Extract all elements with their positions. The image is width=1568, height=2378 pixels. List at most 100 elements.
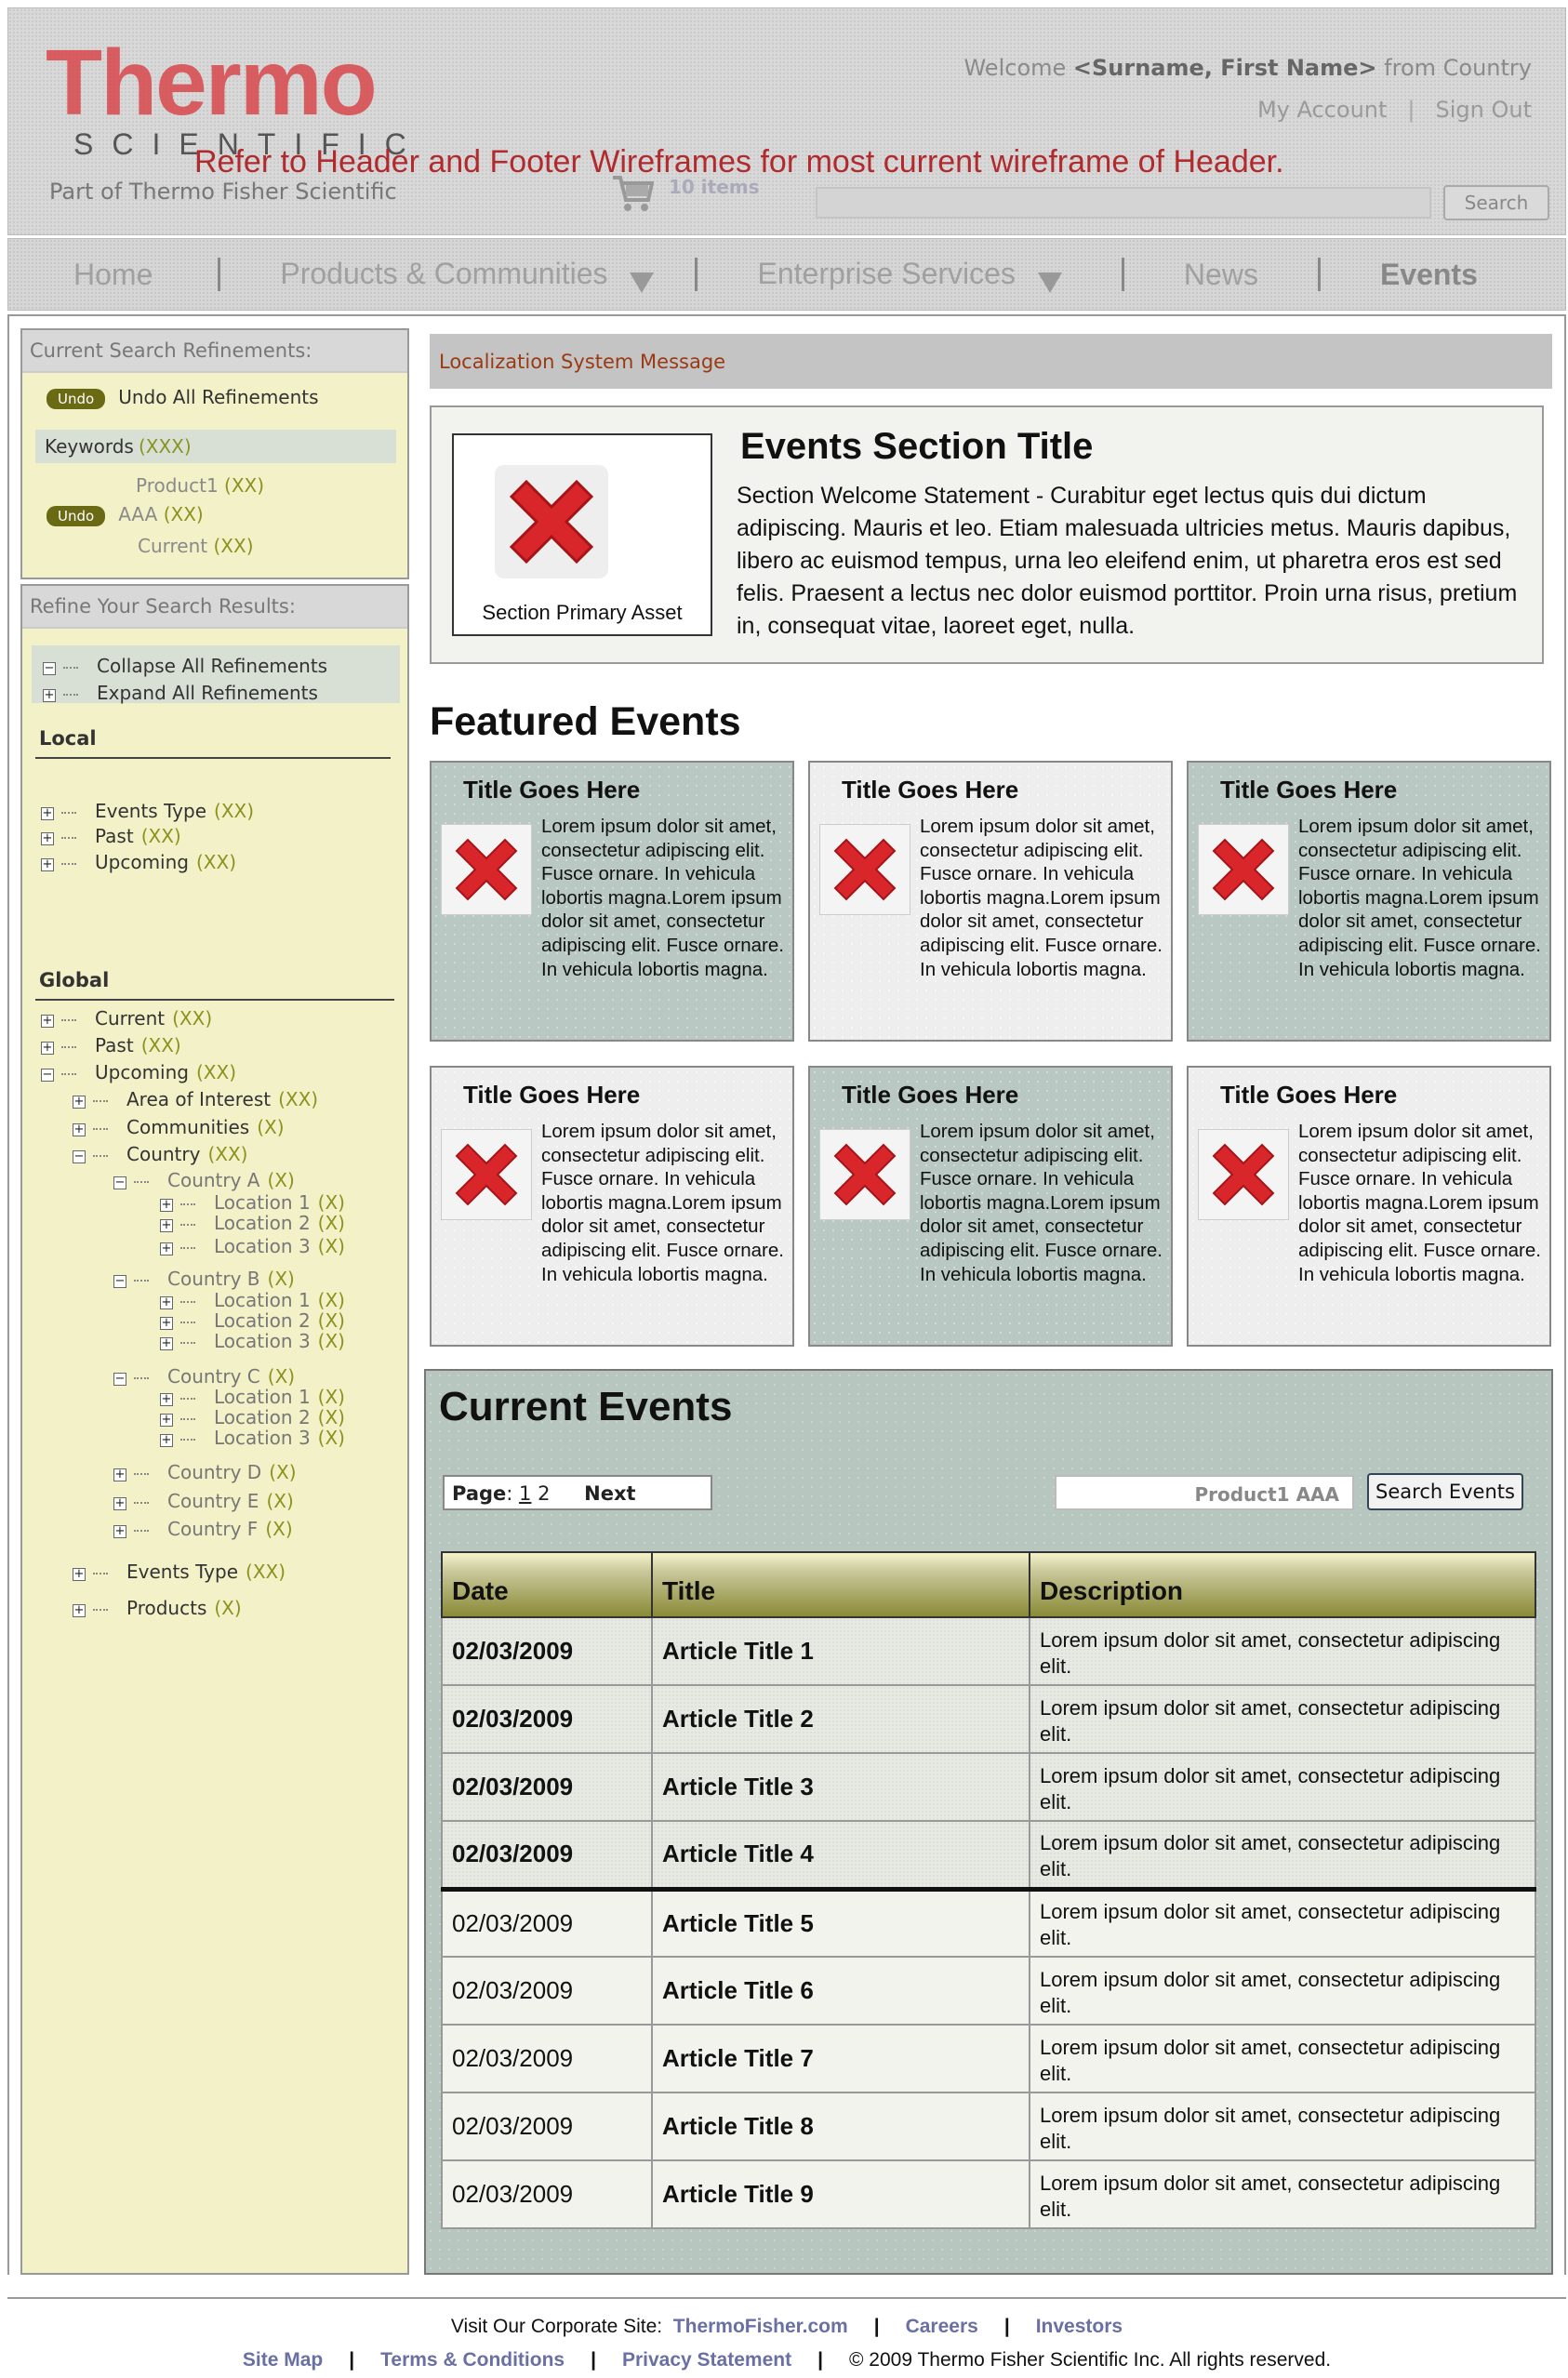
card-title[interactable]: Title Goes Here (842, 776, 1018, 804)
events-search-input[interactable]: Product1 AAA (1055, 1475, 1354, 1510)
event-title[interactable]: Article Title 5 (651, 1888, 1030, 1958)
nav-enterprise-services[interactable]: Enterprise Services (757, 257, 1062, 293)
collapse-icon[interactable]: − (73, 1150, 86, 1163)
refinement-tree-item[interactable]: + Location 1 (X) (160, 1386, 345, 1408)
expand-icon[interactable]: + (41, 858, 54, 871)
featured-event-card[interactable]: Title Goes Here Lorem ipsum dolor sit ame… (430, 761, 794, 1042)
card-title[interactable]: Title Goes Here (842, 1081, 1018, 1109)
refinement-tree-item[interactable]: + Current (XX) (41, 1007, 212, 1030)
table-row[interactable]: 02/03/2009 Article Title 2 Lorem ipsum dol… (441, 1684, 1536, 1754)
event-title[interactable]: Article Title 7 (651, 2024, 1030, 2093)
undo-button[interactable]: Undo (47, 506, 106, 526)
nav-events[interactable]: Events (1380, 258, 1478, 292)
table-row[interactable]: 02/03/2009 Article Title 4 Lorem ipsum dol… (441, 1820, 1536, 1892)
expand-icon[interactable]: + (73, 1568, 86, 1581)
card-title[interactable]: Title Goes Here (463, 1081, 640, 1109)
collapse-all-row[interactable]: − Collapse All Refinements (43, 655, 327, 677)
undo-all-button[interactable]: Undo (47, 389, 106, 409)
event-title[interactable]: Article Title 3 (651, 1752, 1030, 1822)
expand-icon[interactable]: + (160, 1296, 173, 1309)
expand-icon[interactable]: + (113, 1468, 126, 1481)
refinement-tree-item[interactable]: + Country D (X) (113, 1461, 297, 1483)
collapse-icon[interactable]: − (113, 1275, 126, 1288)
expand-icon[interactable]: + (160, 1414, 173, 1427)
expand-icon[interactable]: + (160, 1393, 173, 1406)
expand-icon[interactable]: + (41, 1015, 54, 1028)
expand-icon[interactable]: + (160, 1434, 173, 1447)
refinement-tree-item[interactable]: + Location 1 (X) (160, 1191, 345, 1214)
refinement-tree-item[interactable]: − Country (XX) (73, 1143, 247, 1165)
pager-page-2[interactable]: 2 (538, 1482, 550, 1505)
site-map-link[interactable]: Site Map (243, 2349, 323, 2371)
expand-icon[interactable]: + (160, 1199, 173, 1212)
table-row[interactable]: 02/03/2009 Article Title 5 Lorem ipsum dol… (441, 1888, 1536, 1958)
column-description[interactable]: Description (1029, 1551, 1536, 1618)
search-events-button[interactable]: Search Events (1367, 1473, 1523, 1510)
event-title[interactable]: Article Title 9 (651, 2159, 1030, 2229)
refinement-tree-item[interactable]: − Country C (X) (113, 1365, 295, 1388)
featured-event-card[interactable]: Title Goes Here Lorem ipsum dolor sit ame… (1187, 1066, 1551, 1347)
column-title[interactable]: Title (651, 1551, 1030, 1618)
refinement-tree-item[interactable]: + Location 3 (X) (160, 1235, 345, 1257)
corporate-site-link[interactable]: ThermoFisher.com (673, 2316, 848, 2337)
collapse-icon[interactable]: − (113, 1176, 126, 1189)
expand-icon[interactable]: + (160, 1219, 173, 1232)
featured-event-card[interactable]: Title Goes Here Lorem ipsum dolor sit ame… (1187, 761, 1551, 1042)
logo-wordmark[interactable]: Thermo (46, 36, 378, 129)
column-date[interactable]: Date (441, 1551, 653, 1618)
expand-icon[interactable]: + (113, 1497, 126, 1510)
refinement-tree-item[interactable]: + Upcoming (XX) (41, 851, 236, 873)
card-title[interactable]: Title Goes Here (1220, 776, 1397, 804)
welcome-country[interactable]: Country (1443, 55, 1532, 81)
refinement-tree-item[interactable]: + Events Type (XX) (73, 1561, 286, 1583)
expand-icon[interactable]: + (41, 807, 54, 820)
event-title[interactable]: Article Title 1 (651, 1616, 1030, 1686)
refinement-tree-item[interactable]: + Communities (X) (73, 1116, 285, 1138)
event-title[interactable]: Article Title 8 (651, 2092, 1030, 2161)
table-row[interactable]: 02/03/2009 Article Title 9 Lorem ipsum dol… (441, 2159, 1536, 2229)
nav-news[interactable]: News (1184, 258, 1258, 292)
table-row[interactable]: 02/03/2009 Article Title 3 Lorem ipsum dol… (441, 1752, 1536, 1822)
refinement-tree-item[interactable]: − Country A (X) (113, 1169, 295, 1191)
expand-icon[interactable]: + (113, 1525, 126, 1538)
careers-link[interactable]: Careers (906, 2316, 978, 2337)
refinement-tree-item[interactable]: + Products (X) (73, 1597, 242, 1619)
event-title[interactable]: Article Title 6 (651, 1956, 1030, 2026)
featured-event-card[interactable]: Title Goes Here Lorem ipsum dolor sit ame… (430, 1066, 794, 1347)
privacy-link[interactable]: Privacy Statement (622, 2349, 791, 2371)
featured-event-card[interactable]: Title Goes Here Lorem ipsum dolor sit ame… (808, 761, 1173, 1042)
refinement-tree-item[interactable]: + Location 1 (X) (160, 1289, 345, 1311)
nav-products-communities[interactable]: Products & Communities (280, 257, 655, 293)
refinement-tree-item[interactable]: + Location 2 (X) (160, 1309, 345, 1332)
refinement-tree-item[interactable]: − Country B (X) (113, 1268, 295, 1290)
table-row[interactable]: 02/03/2009 Article Title 7 Lorem ipsum dol… (441, 2024, 1536, 2093)
refinement-tree-item[interactable]: + Location 3 (X) (160, 1427, 345, 1449)
undo-all-label[interactable]: Undo All Refinements (118, 386, 318, 408)
collapse-icon[interactable]: − (41, 1069, 54, 1082)
expand-icon[interactable]: + (160, 1317, 173, 1330)
event-title[interactable]: Article Title 4 (651, 1820, 1030, 1892)
expand-icon[interactable]: + (160, 1242, 173, 1255)
cart-icon[interactable] (611, 172, 654, 215)
refinement-tree-item[interactable]: + Location 2 (X) (160, 1406, 345, 1428)
site-search-button[interactable]: Search (1443, 185, 1549, 220)
event-title[interactable]: Article Title 2 (651, 1684, 1030, 1754)
expand-icon[interactable]: + (73, 1123, 86, 1136)
my-account-link[interactable]: My Account (1257, 97, 1387, 123)
investors-link[interactable]: Investors (1036, 2316, 1123, 2337)
refinement-tree-item[interactable]: + Location 2 (X) (160, 1212, 345, 1234)
expand-icon[interactable]: + (41, 1042, 54, 1055)
site-search-input[interactable] (816, 187, 1431, 219)
refinement-tree-item[interactable]: + Location 3 (X) (160, 1330, 345, 1352)
expand-icon[interactable]: + (73, 1096, 86, 1109)
refinement-tree-item[interactable]: + Country F (X) (113, 1518, 293, 1540)
refinement-tree-item[interactable]: − Upcoming (XX) (41, 1061, 236, 1083)
pager-next[interactable]: Next (584, 1482, 635, 1505)
sign-out-link[interactable]: Sign Out (1436, 97, 1533, 123)
cart-count[interactable]: 10 items (669, 176, 760, 198)
refinement-tree-item[interactable]: + Country E (X) (113, 1490, 294, 1512)
terms-link[interactable]: Terms & Conditions (380, 2349, 565, 2371)
table-row[interactable]: 02/03/2009 Article Title 8 Lorem ipsum dol… (441, 2092, 1536, 2161)
expand-icon[interactable]: + (73, 1604, 86, 1617)
expand-icon[interactable]: + (160, 1337, 173, 1350)
